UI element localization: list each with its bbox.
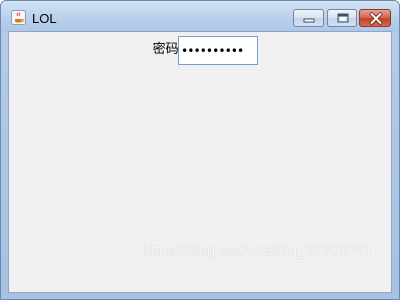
- maximize-button[interactable]: [327, 9, 357, 27]
- password-field[interactable]: [178, 36, 258, 65]
- close-icon: [369, 12, 383, 25]
- window-title: LOL: [32, 11, 57, 26]
- watermark: https://blog.csdn.net/qq_17801041: [142, 242, 373, 259]
- app-window: LOL 密码: https://blog.csdn.net/qq_1780104…: [0, 0, 400, 300]
- minimize-button[interactable]: [293, 9, 324, 27]
- java-cup-icon[interactable]: [11, 10, 26, 25]
- password-label: 密码:: [152, 42, 183, 57]
- minimize-icon: [303, 18, 315, 23]
- close-button[interactable]: [359, 9, 391, 27]
- maximize-icon: [337, 13, 349, 23]
- title-bar[interactable]: LOL: [1, 1, 399, 31]
